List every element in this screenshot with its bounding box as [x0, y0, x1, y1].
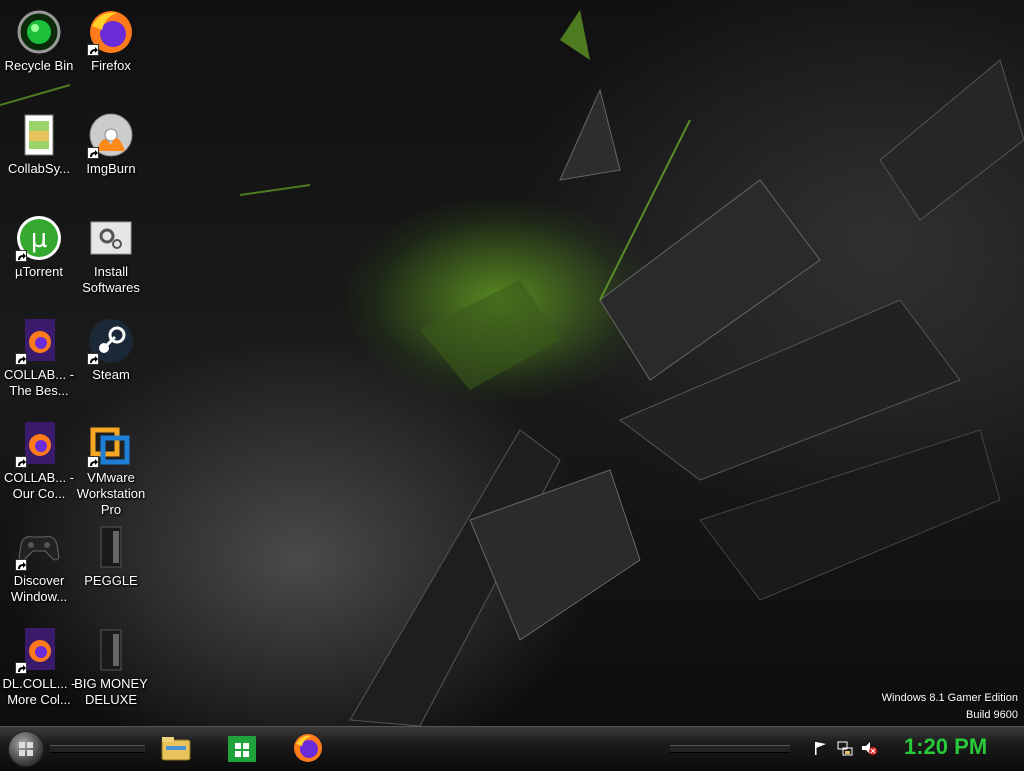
taskbar-clock[interactable]: 1:20 PM	[904, 734, 987, 760]
watermark-build: Build 9600	[966, 709, 1018, 721]
desktop-icon[interactable]: PEGGLE	[67, 523, 155, 589]
start-logo	[19, 742, 33, 756]
desktop-icon[interactable]: VMware Workstation Pro	[67, 420, 155, 518]
vmware-icon	[87, 420, 135, 468]
network-icon[interactable]	[837, 740, 853, 756]
gamepad-icon	[15, 523, 63, 571]
watermark-edition: Windows 8.1 Gamer Edition	[881, 692, 1018, 704]
imgburn-icon	[87, 111, 135, 159]
desktop-icon-label: BIG MONEY DELUXE	[74, 676, 148, 707]
firefox-icon[interactable]	[292, 732, 324, 764]
desktop-icon[interactable]: ImgBurn	[67, 111, 155, 177]
shortcut-arrow-icon	[15, 662, 27, 674]
firefox-icon	[87, 8, 135, 56]
desktop-icon-label: ImgBurn	[86, 161, 136, 176]
shortcut-arrow-icon	[87, 353, 99, 365]
shortcut-arrow-icon	[87, 147, 99, 159]
windows-watermark: Windows 8.1 Gamer Edition Build 9600	[882, 690, 1018, 724]
firefox-document-icon	[15, 420, 63, 468]
firefox-document-icon	[15, 626, 63, 674]
desktop-icon[interactable]: Steam	[67, 317, 155, 383]
shortcut-arrow-icon	[15, 456, 27, 468]
file-icon	[87, 626, 135, 674]
desktop-icon-label: Firefox	[91, 58, 131, 73]
desktop-icon[interactable]: BIG MONEY DELUXE	[67, 626, 155, 708]
start-orb-icon[interactable]	[8, 731, 44, 767]
steam-icon	[87, 317, 135, 365]
utorrent-icon: µ	[15, 214, 63, 262]
taskbar-rail-right	[670, 745, 790, 753]
desktop-icon-label: Install Softwares	[82, 264, 140, 295]
shortcut-arrow-icon	[87, 456, 99, 468]
desktop-icon-label: VMware Workstation Pro	[76, 470, 146, 517]
recycle-bin-icon	[15, 8, 63, 56]
desktop-icon[interactable]: Firefox	[67, 8, 155, 74]
file-explorer-icon[interactable]	[160, 732, 192, 764]
folder-icon	[15, 111, 63, 159]
gears-icon	[87, 214, 135, 262]
taskbar-rail-left	[50, 745, 145, 753]
file-icon	[87, 523, 135, 571]
speaker-muted-icon[interactable]	[861, 740, 877, 756]
desktop-icon[interactable]: Install Softwares	[67, 214, 155, 296]
store-icon[interactable]	[226, 732, 258, 764]
firefox-document-icon	[15, 317, 63, 365]
desktop-icon-label: Steam	[92, 367, 130, 382]
svg-text:µ: µ	[31, 224, 48, 254]
shortcut-arrow-icon	[15, 250, 27, 262]
desktop-icon-label: PEGGLE	[84, 573, 138, 588]
shortcut-arrow-icon	[87, 44, 99, 56]
flag-icon[interactable]	[812, 740, 828, 756]
shortcut-arrow-icon	[15, 353, 27, 365]
taskbar: 1:20 PM	[0, 726, 1024, 769]
shortcut-arrow-icon	[15, 559, 27, 571]
